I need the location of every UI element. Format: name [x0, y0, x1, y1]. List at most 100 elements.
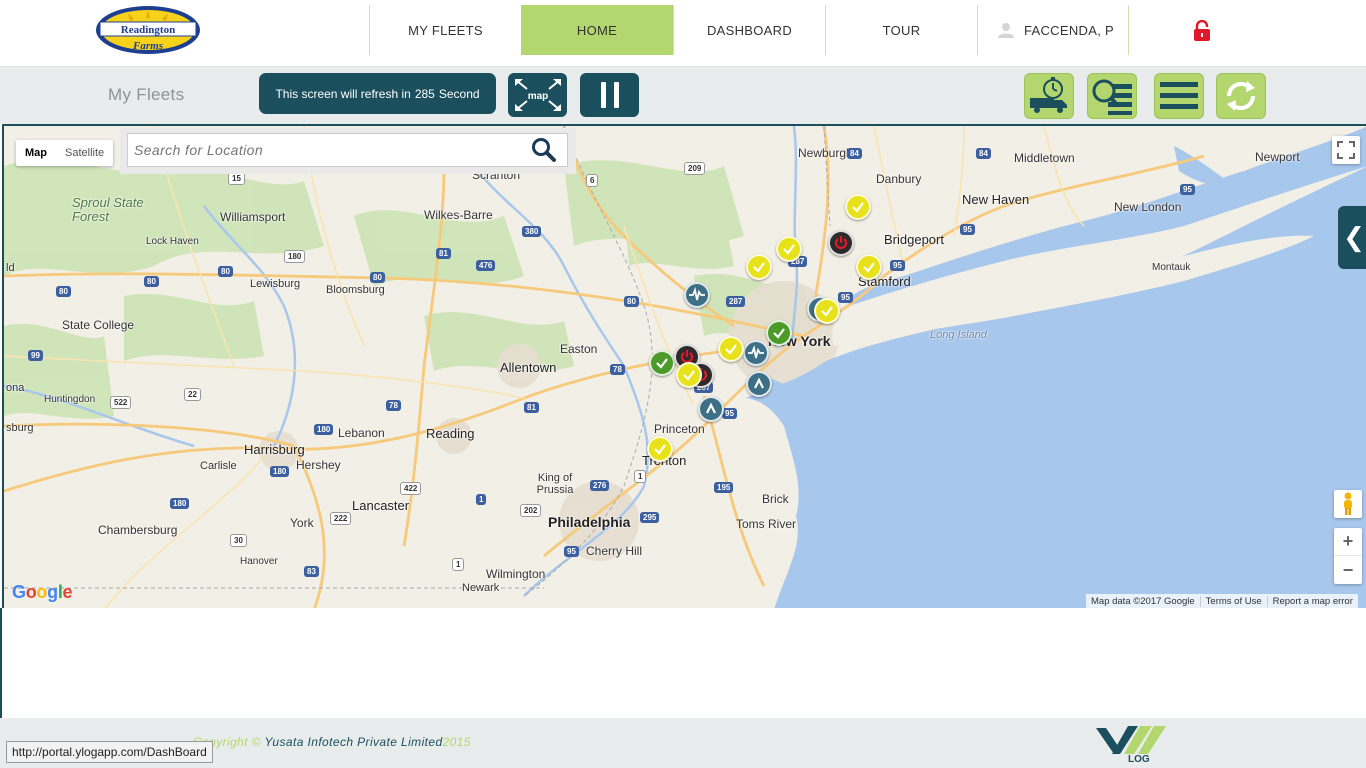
highway-shield: 30 — [230, 534, 247, 547]
location-search-input[interactable] — [127, 133, 568, 167]
vehicle-marker-idle[interactable] — [676, 362, 702, 388]
expand-map-button[interactable]: map — [508, 73, 567, 117]
refresh-countdown: This screen will refresh in 285 Second — [259, 73, 496, 114]
terms-of-use-link[interactable]: Terms of Use — [1201, 595, 1268, 607]
highway-shield: 80 — [218, 266, 233, 277]
vehicle-marker-moving[interactable] — [698, 396, 724, 422]
zoom-in-button[interactable]: + — [1334, 528, 1362, 556]
readington-farms-logo[interactable]: Readington Farms — [94, 4, 202, 56]
highway-shield: 1 — [634, 470, 647, 483]
truck-stopwatch-icon — [1030, 77, 1067, 113]
vehicle-marker-idle[interactable] — [814, 298, 840, 324]
magnifier-list-icon — [1092, 79, 1132, 115]
nav-my-fleets[interactable]: MY FLEETS — [369, 5, 521, 55]
trip-timer-button[interactable] — [1024, 73, 1074, 119]
place-label: Philadelphia — [548, 514, 631, 530]
company-name: Yusata Infotech Private Limited — [264, 735, 443, 749]
place-label: State College — [62, 318, 135, 332]
place-label: Montauk — [1152, 262, 1191, 273]
zoom-out-button[interactable]: − — [1334, 556, 1362, 584]
hamburger-list-icon — [1160, 82, 1198, 109]
logout-lock-icon[interactable] — [1192, 20, 1212, 42]
nav-dashboard[interactable]: DASHBOARD — [673, 5, 825, 55]
search-list-button[interactable] — [1087, 73, 1137, 119]
highway-shield: 195 — [714, 482, 734, 493]
report-map-error-link[interactable]: Report a map error — [1268, 596, 1358, 607]
highway-shield: 180 — [314, 424, 334, 435]
highway-shield: 1 — [476, 494, 487, 505]
refresh-now-button[interactable] — [1216, 73, 1266, 119]
vehicle-marker-idle[interactable] — [845, 194, 871, 220]
highway-shield: 95 — [564, 546, 579, 557]
fullscreen-button[interactable] — [1332, 136, 1360, 164]
vehicle-marker-idle[interactable] — [856, 254, 882, 280]
list-view-button[interactable] — [1154, 73, 1204, 119]
vehicle-marker-signal[interactable] — [684, 282, 710, 308]
google-logo[interactable]: Google — [12, 582, 73, 603]
user-avatar-icon — [998, 23, 1014, 38]
vehicle-marker-idle[interactable] — [647, 436, 673, 462]
refresh-suffix: Second — [438, 86, 480, 101]
ylog-logo[interactable]: LOG — [1094, 724, 1176, 764]
highway-shield: 80 — [144, 276, 159, 287]
vehicle-status-icon — [863, 262, 875, 273]
map-toggle-label: map — [527, 91, 548, 102]
nav-user-profile[interactable]: FACCENDA, P — [977, 5, 1129, 55]
vehicle-marker-idle[interactable] — [718, 336, 744, 362]
vehicle-status-icon — [754, 377, 764, 389]
vehicle-status-icon — [689, 286, 705, 301]
vehicle-marker-idle[interactable] — [776, 236, 802, 262]
search-icon[interactable] — [531, 137, 557, 163]
nav-tour[interactable]: TOUR — [825, 5, 977, 55]
place-label: Sproul State Forest — [72, 195, 144, 224]
place-label: Easton — [560, 342, 598, 356]
place-label: Wilmington — [486, 567, 546, 581]
place-label: Newport — [1255, 150, 1300, 164]
highway-shield: 1 — [452, 558, 465, 571]
place-label: Long Island — [930, 329, 987, 341]
browser-status-url: http://portal.ylogapp.com/DashBoard — [6, 741, 213, 763]
pegman-icon — [1344, 492, 1352, 515]
pause-refresh-button[interactable] — [580, 73, 639, 117]
vehicle-status-icon — [753, 262, 765, 273]
highway-shield: 180 — [170, 498, 190, 509]
open-vehicle-panel-tab[interactable]: ❮ — [1338, 206, 1366, 269]
place-label: Chambersburg — [98, 523, 178, 537]
vehicle-marker-off[interactable] — [828, 230, 854, 256]
place-label: New London — [1114, 200, 1182, 214]
place-label: Lock Haven — [146, 236, 199, 247]
vehicle-marker-running[interactable] — [649, 350, 675, 376]
vehicle-marker-signal[interactable] — [743, 340, 769, 366]
vehicle-status-icon — [821, 306, 833, 317]
map-type-satellite-button[interactable]: Satellite — [56, 140, 113, 166]
place-label: Middletown — [1014, 151, 1075, 165]
vehicle-marker-moving[interactable] — [746, 371, 772, 397]
map-data-credit: Map data ©2017 Google — [1086, 595, 1201, 607]
page-title: My Fleets — [108, 85, 185, 104]
place-label: Hershey — [296, 458, 341, 472]
fleet-map[interactable]: Newburgh Danbury Middletown Newport New … — [2, 124, 1366, 608]
refresh-arrows-icon — [1226, 81, 1256, 111]
highway-shield: 222 — [330, 512, 352, 525]
place-label: Lebanon — [338, 426, 385, 440]
map-type-map-button[interactable]: Map — [16, 140, 56, 166]
highway-shield: 99 — [28, 350, 43, 361]
highway-shield: 22 — [184, 388, 201, 401]
street-view-pegman[interactable] — [1334, 490, 1362, 518]
highway-shield: 80 — [56, 286, 71, 297]
place-label: Brick — [762, 492, 789, 506]
highway-shield: 209 — [684, 162, 706, 175]
highway-shield: 202 — [520, 504, 542, 517]
place-label: Harrisburg — [244, 442, 305, 457]
nav-home[interactable]: HOME — [521, 5, 673, 55]
place-label: Lancaster — [352, 498, 410, 513]
place-label: Huntingdon — [44, 394, 96, 405]
location-search-panel — [120, 128, 576, 174]
vehicle-status-icon — [656, 358, 668, 369]
copyright-year: 2015 — [442, 735, 471, 749]
vehicle-status-icon — [783, 244, 795, 255]
highway-shield: 380 — [522, 226, 542, 237]
vehicle-marker-running[interactable] — [766, 320, 792, 346]
highway-shield: 80 — [370, 272, 385, 283]
vehicle-marker-idle[interactable] — [746, 254, 772, 280]
